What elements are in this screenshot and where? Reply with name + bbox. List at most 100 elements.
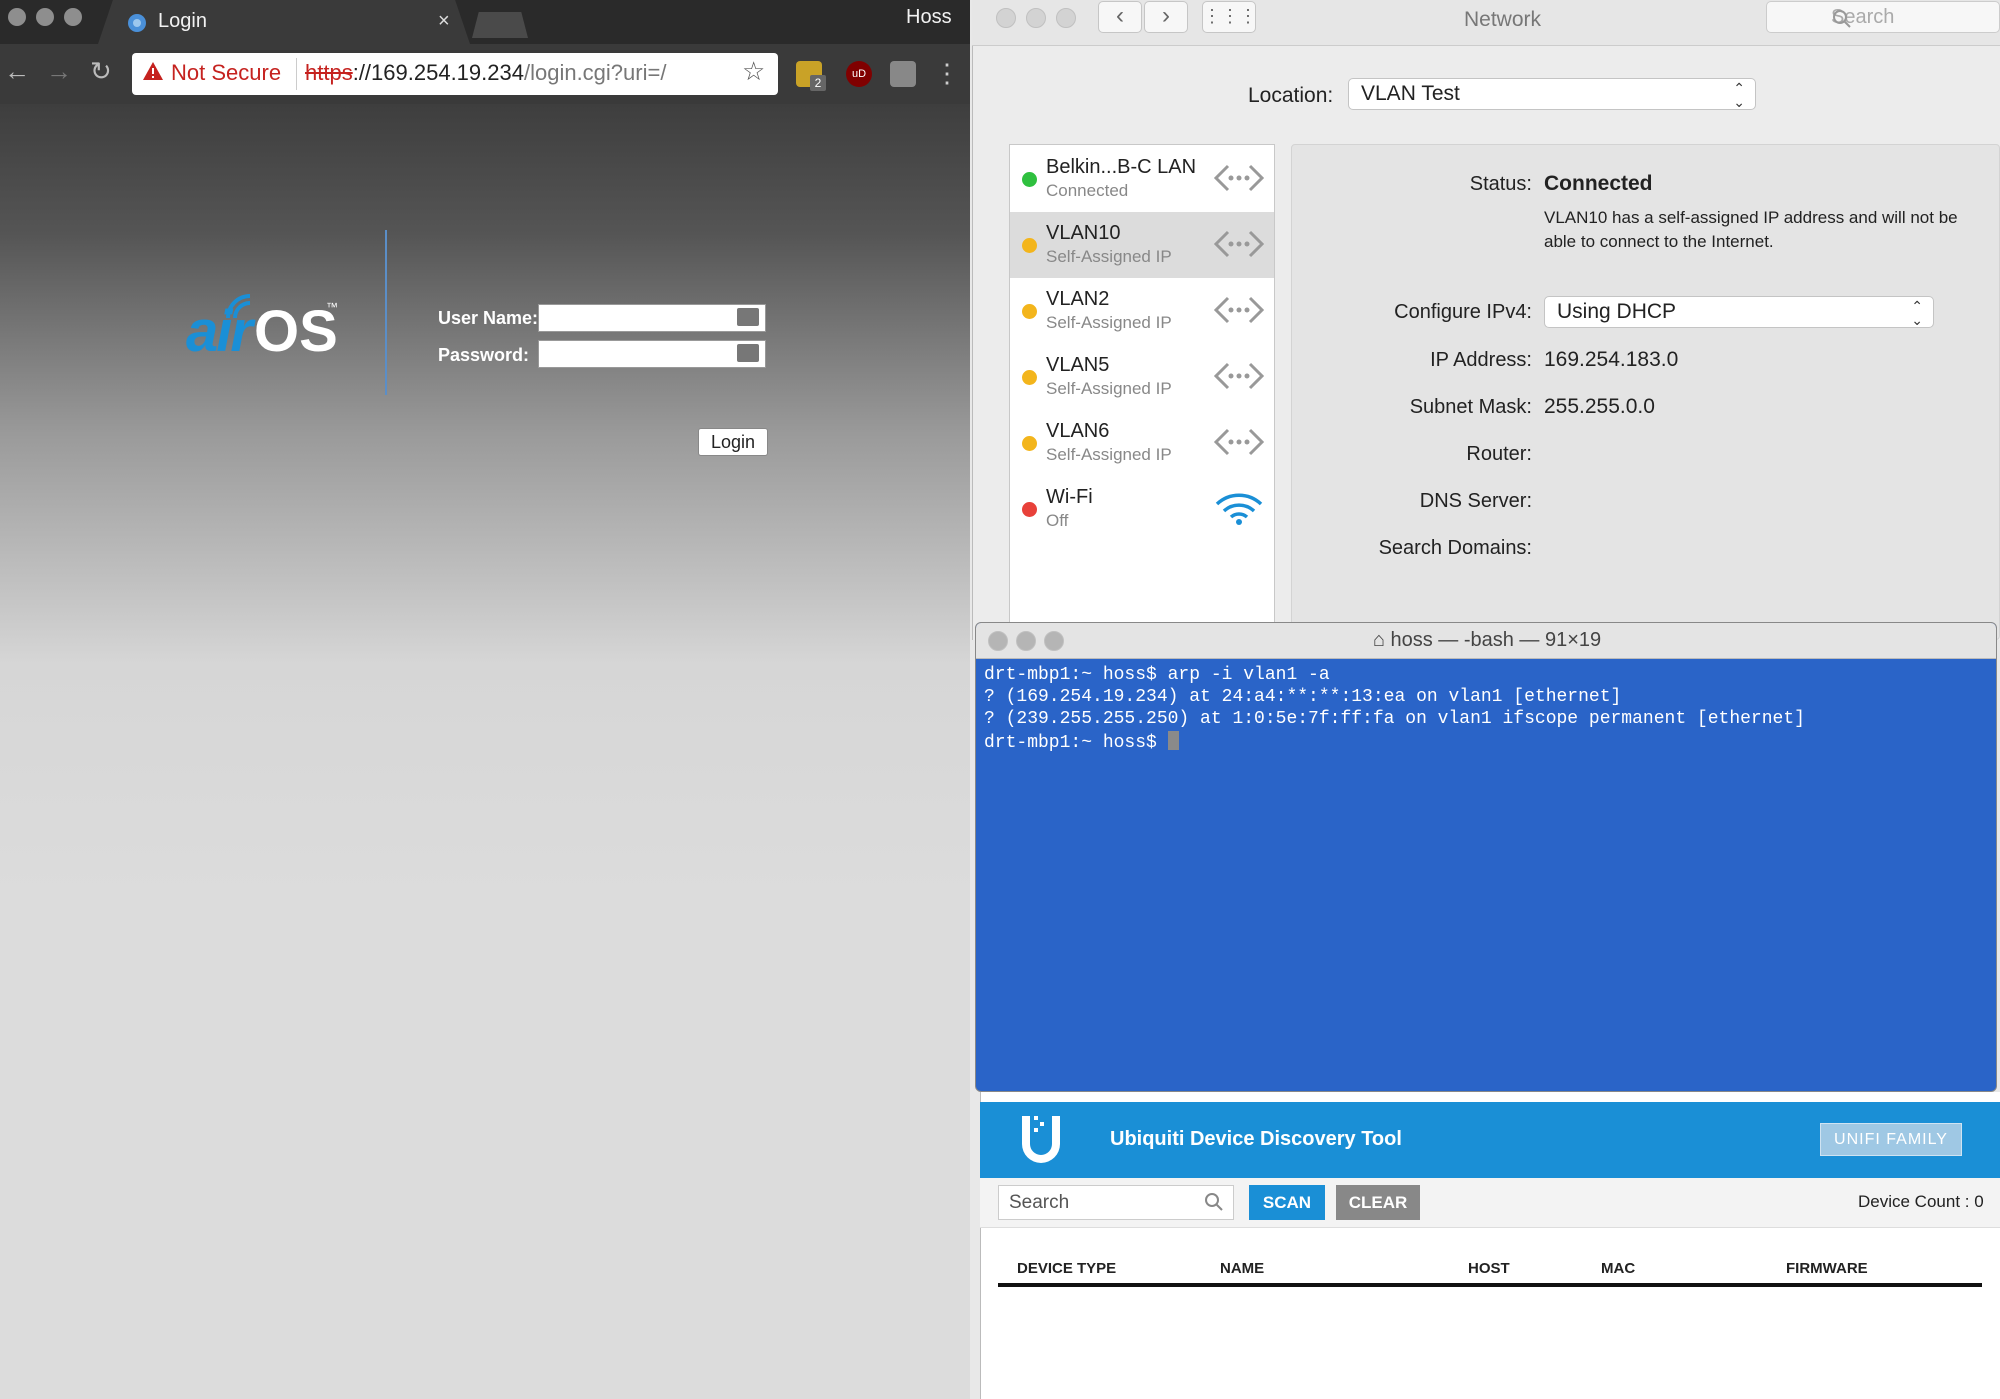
search-field[interactable]: Search	[1766, 1, 2000, 33]
ethernet-icon	[1214, 230, 1264, 258]
favicon-icon	[128, 14, 146, 32]
ethernet-icon	[1214, 362, 1264, 390]
service-status: Connected	[1046, 181, 1129, 200]
clear-button[interactable]: CLEAR	[1336, 1185, 1420, 1220]
home-icon: ⌂	[1372, 629, 1391, 651]
unifi-family-button[interactable]: UNIFI FAMILY	[1820, 1123, 1962, 1156]
back-icon[interactable]: ←	[4, 56, 30, 87]
logo-tm: ™	[326, 300, 338, 314]
omnibox-separator	[296, 58, 297, 90]
zoom-window-button[interactable]	[1056, 8, 1076, 28]
status-dot	[1022, 502, 1037, 517]
zoom-window-button[interactable]	[64, 8, 82, 26]
service-status: Off	[1046, 511, 1069, 530]
back-icon[interactable]: ‹	[1098, 1, 1142, 33]
username-label: User Name:	[438, 308, 539, 328]
service-name: VLAN6	[1046, 420, 1110, 442]
terminal-window[interactable]: ⌂ hoss — -bash — 91×19 drt-mbp1:~ hoss$ …	[975, 622, 1997, 1092]
configure-ipv4-select[interactable]: Using DHCP ⌃ ⌄	[1544, 296, 1934, 328]
configure-ipv4-value: Using DHCP	[1557, 300, 1677, 323]
status-dot	[1022, 370, 1037, 385]
login-button[interactable]: Login	[698, 428, 768, 456]
status-value: Connected	[1544, 172, 1653, 195]
bookmark-star-icon[interactable]: ☆	[742, 56, 765, 87]
column-header-name[interactable]: NAME	[1220, 1260, 1264, 1277]
updown-arrows-icon: ⌃ ⌄	[1733, 80, 1745, 110]
service-name: VLAN2	[1046, 288, 1110, 310]
minimize-window-button[interactable]	[36, 8, 54, 26]
logo-divider	[385, 230, 387, 395]
close-window-button[interactable]	[8, 8, 26, 26]
ethernet-icon	[1214, 296, 1264, 324]
location-label: Location:	[1248, 84, 1334, 107]
reload-icon[interactable]: ↻	[90, 56, 112, 87]
subnet-mask-label: Subnet Mask:	[1409, 396, 1532, 418]
forward-icon[interactable]: ›	[1144, 1, 1188, 33]
extension-css-icon[interactable]	[890, 61, 916, 87]
password-label: Password:	[438, 345, 530, 365]
status-label: Status:	[1469, 173, 1532, 195]
username-input[interactable]	[538, 304, 766, 332]
terminal-prompt-line: drt-mbp1:~ hoss$	[984, 731, 1179, 753]
chrome-window: Login × Hoss ← → ↻ Not Secure https://16…	[0, 0, 970, 1399]
ublock-icon[interactable]: uD	[846, 61, 872, 87]
service-item-vlan6[interactable]: VLAN6 Self-Assigned IP	[1010, 410, 1274, 476]
status-dot	[1022, 172, 1037, 187]
search-icon	[1205, 1193, 1223, 1211]
service-item-vlan5[interactable]: VLAN5 Self-Assigned IP	[1010, 344, 1274, 410]
status-dot	[1022, 238, 1037, 253]
search-domains-label: Search Domains:	[1378, 537, 1532, 559]
close-tab-icon[interactable]: ×	[438, 10, 450, 33]
updown-arrows-icon: ⌃ ⌄	[1911, 298, 1923, 328]
show-all-grid-icon[interactable]: ⋮⋮⋮	[1202, 1, 1257, 33]
device-search-input[interactable]: Search	[998, 1185, 1234, 1220]
scan-button[interactable]: SCAN	[1249, 1185, 1325, 1220]
status-description: VLAN10 has a self-assigned IP address an…	[1544, 208, 1958, 251]
status-dot	[1022, 436, 1037, 451]
window-title: Network	[1464, 8, 1542, 31]
not-secure-label[interactable]: Not Secure	[171, 60, 281, 86]
location-select[interactable]: VLAN Test ⌃ ⌄	[1348, 78, 1756, 110]
terminal-line: drt-mbp1:~ hoss$ arp -i vlan1 -a	[984, 665, 1330, 685]
ip-address-label: IP Address:	[1430, 349, 1532, 371]
column-header-firmware[interactable]: FIRMWARE	[1786, 1260, 1868, 1277]
ethernet-icon	[1214, 164, 1264, 192]
column-header-device-type[interactable]: DEVICE TYPE	[1017, 1260, 1116, 1277]
tab-login[interactable]	[98, 0, 470, 44]
terminal-line: ? (169.254.19.234) at 24:a4:**:**:13:ea …	[984, 687, 1622, 707]
search-icon	[1833, 10, 1851, 28]
service-item-wifi[interactable]: Wi-Fi Off	[1010, 476, 1274, 542]
logo-air: air	[186, 299, 253, 364]
warning-icon	[143, 62, 163, 80]
service-item-belkin[interactable]: Belkin...B-C LAN Connected	[1010, 146, 1274, 212]
url-text[interactable]: https://169.254.19.234/login.cgi?uri=/	[305, 60, 666, 86]
service-status: Self-Assigned IP	[1046, 379, 1172, 398]
forward-icon[interactable]: →	[46, 56, 72, 87]
ubiquiti-title: Ubiquiti Device Discovery Tool	[1110, 1128, 1402, 1150]
column-header-host[interactable]: HOST	[1468, 1260, 1510, 1277]
password-input[interactable]	[538, 340, 766, 368]
menu-kebab-icon[interactable]: ⋮	[934, 58, 960, 89]
table-header-divider	[998, 1283, 1982, 1287]
url-path: /login.cgi?uri=/	[523, 60, 667, 85]
device-count: Device Count : 0	[1858, 1192, 1984, 1211]
service-item-vlan10[interactable]: VLAN10 Self-Assigned IP	[1010, 212, 1274, 278]
router-label: Router:	[1466, 443, 1532, 465]
service-name: Belkin...B-C LAN	[1046, 156, 1197, 178]
service-item-vlan2[interactable]: VLAN2 Self-Assigned IP	[1010, 278, 1274, 344]
minimize-window-button[interactable]	[1026, 8, 1046, 28]
service-status: Self-Assigned IP	[1046, 445, 1172, 464]
tab-title: Login	[158, 10, 207, 32]
service-name: VLAN10	[1046, 222, 1121, 244]
service-name: VLAN5	[1046, 354, 1110, 376]
column-header-mac[interactable]: MAC	[1601, 1260, 1635, 1277]
service-status: Self-Assigned IP	[1046, 313, 1172, 332]
terminal-title-text: hoss — -bash — 91×19	[1390, 629, 1602, 651]
close-window-button[interactable]	[996, 8, 1016, 28]
profile-name[interactable]: Hoss	[906, 6, 952, 29]
new-tab-button[interactable]	[472, 12, 528, 38]
password-manager-icon[interactable]	[737, 344, 759, 362]
password-manager-icon[interactable]	[737, 308, 759, 326]
location-value: VLAN Test	[1361, 82, 1460, 105]
ip-address-value: 169.254.183.0	[1544, 348, 1679, 371]
